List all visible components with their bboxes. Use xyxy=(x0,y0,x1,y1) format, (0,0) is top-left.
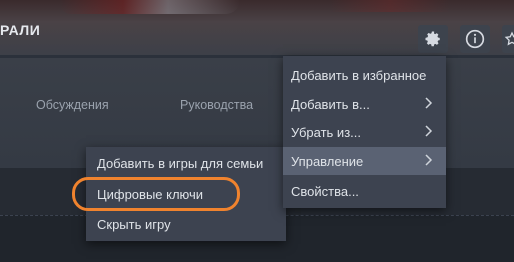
banner-artwork-right xyxy=(330,0,450,12)
menu-item-label: Добавить в... xyxy=(291,96,370,112)
menu-item-label: Добавить в избранное xyxy=(291,67,427,83)
menu-item-remove-from[interactable]: Убрать из... xyxy=(283,118,446,146)
favorite-button[interactable] xyxy=(502,25,514,53)
submenu-item-label: Добавить в игры для семьи xyxy=(97,155,264,171)
context-menu: Добавить в избранное Добавить в... Убрат… xyxy=(283,56,446,208)
gear-icon xyxy=(425,31,440,47)
chevron-right-icon xyxy=(425,154,433,166)
submenu-item-hide-game[interactable]: Скрыть игру xyxy=(86,210,286,238)
menu-item-properties[interactable]: Свойства... xyxy=(283,177,446,205)
submenu-item-family-games[interactable]: Добавить в игры для семьи xyxy=(86,149,286,177)
menu-item-label: Управление xyxy=(291,153,364,169)
info-icon xyxy=(465,29,485,49)
menu-item-manage[interactable]: Управление xyxy=(283,147,446,175)
menu-item-label: Убрать из... xyxy=(291,124,361,140)
manage-submenu: Добавить в игры для семьи Цифровые ключи… xyxy=(86,147,286,241)
star-icon xyxy=(504,31,514,46)
subnav-discussions-link[interactable]: Обсуждения xyxy=(36,98,109,112)
menu-item-add-to[interactable]: Добавить в... xyxy=(283,90,446,118)
submenu-item-digital-keys[interactable]: Цифровые ключи xyxy=(86,180,286,208)
menu-item-label: Свойства... xyxy=(291,183,359,199)
info-button[interactable] xyxy=(460,25,490,53)
subnav-guides-link[interactable]: Руководства xyxy=(180,98,253,112)
submenu-item-label: Цифровые ключи xyxy=(97,186,204,202)
chevron-right-icon xyxy=(425,97,433,109)
submenu-item-label: Скрыть игру xyxy=(97,216,171,232)
chevron-right-icon xyxy=(425,125,433,137)
banner-artwork xyxy=(60,0,240,14)
game-title: РАЛИ xyxy=(0,22,41,38)
menu-item-add-favorite[interactable]: Добавить в избранное xyxy=(283,61,446,89)
settings-button[interactable] xyxy=(418,25,448,53)
